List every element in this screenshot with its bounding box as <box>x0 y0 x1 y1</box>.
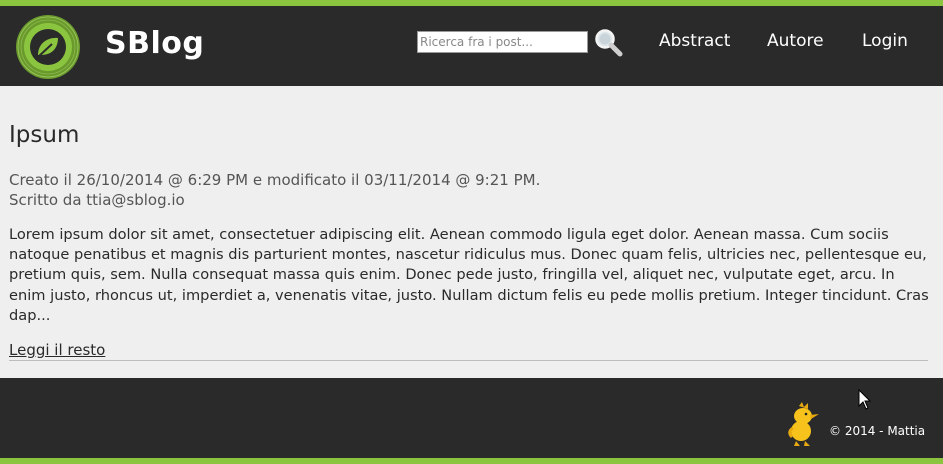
nav-author-link[interactable]: Autore <box>767 31 824 51</box>
bird-mascot-icon <box>788 402 819 446</box>
site-header: SBlog Abstract Autore Login <box>0 6 943 86</box>
mouse-pointer-icon <box>858 389 872 410</box>
leaf-logo-icon[interactable] <box>14 13 82 81</box>
post-author: Scritto da ttia@sblog.io <box>9 191 185 209</box>
site-footer: © 2014 - Mattia <box>0 378 943 458</box>
main-content: Ipsum Creato il 26/10/2014 @ 6:29 PM e m… <box>0 86 943 378</box>
nav-login-link[interactable]: Login <box>862 31 908 51</box>
bottom-accent-bar <box>0 458 943 464</box>
search-icon[interactable] <box>593 27 623 57</box>
post-dates: Creato il 26/10/2014 @ 6:29 PM e modific… <box>9 171 541 189</box>
copyright-text: © 2014 - Mattia <box>829 424 926 438</box>
nav-abstract-link[interactable]: Abstract <box>659 31 730 51</box>
search-input[interactable] <box>417 31 588 53</box>
post-meta: Creato il 26/10/2014 @ 6:29 PM e modific… <box>9 170 540 210</box>
post-title[interactable]: Ipsum <box>9 122 79 148</box>
post-excerpt: Lorem ipsum dolor sit amet, consectetuer… <box>9 226 929 324</box>
brand-title[interactable]: SBlog <box>105 26 204 61</box>
read-more-link[interactable]: Leggi il resto <box>9 341 105 359</box>
post-divider <box>9 360 928 361</box>
